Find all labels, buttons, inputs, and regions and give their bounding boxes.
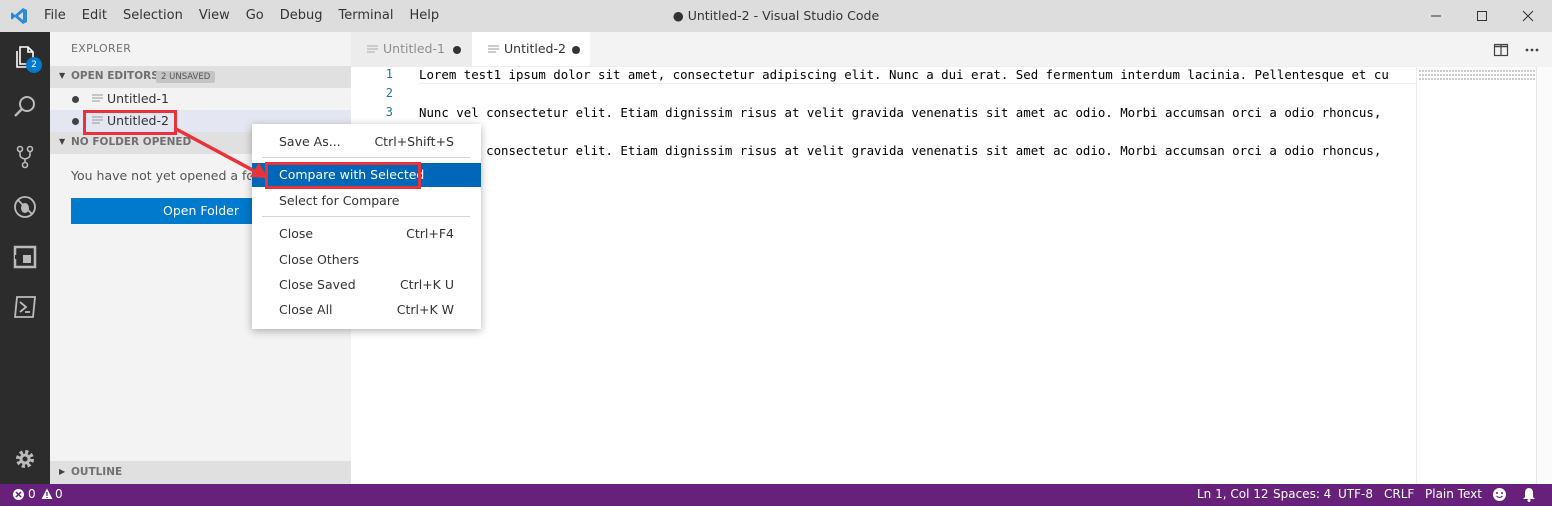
menu-close-others[interactable]: Close Others	[252, 248, 481, 272]
menu-shortcut: Ctrl+Shift+S	[374, 134, 454, 149]
menu-label: Close All	[279, 302, 333, 317]
menu-close-saved[interactable]: Close Saved Ctrl+K U	[252, 273, 481, 297]
chevron-down-icon: ▼	[59, 71, 66, 80]
menu-go[interactable]: Go	[238, 0, 272, 32]
menu-close[interactable]: Close Ctrl+F4	[252, 222, 481, 246]
tab-name: Untitled-1	[383, 41, 445, 56]
menu-label: Close	[279, 226, 314, 241]
activity-extensions[interactable]	[0, 232, 50, 282]
tab-untitled-2[interactable]: Untitled-2	[472, 32, 590, 67]
cursor-position[interactable]: Ln 1, Col 12	[1197, 487, 1269, 501]
menu-view[interactable]: View	[191, 0, 238, 32]
menu-edit[interactable]: Edit	[74, 0, 115, 32]
text-file-icon	[92, 94, 103, 102]
menu-save-as[interactable]: Save As... Ctrl+Shift+S	[252, 130, 481, 154]
open-editor-name: Untitled-1	[107, 91, 169, 106]
code-line[interactable]: Nunc vel consectetur elit. Etiam digniss…	[419, 143, 1416, 158]
menu-file[interactable]: File	[36, 0, 74, 32]
menu-shortcut: Ctrl+K U	[399, 277, 454, 292]
menu-select-for-compare[interactable]: Select for Compare	[252, 189, 481, 213]
unsaved-badge: 2 UNSAVED	[156, 71, 216, 83]
minimap-preview	[1419, 70, 1535, 80]
editor-scrollbar[interactable]	[1536, 67, 1552, 484]
status-bar: 0 0 Ln 1, Col 12 Spaces: 4 UTF-8 CRLF Pl…	[0, 484, 1552, 506]
language-mode[interactable]: Plain Text	[1425, 487, 1482, 501]
menu-shortcut: Ctrl+F4	[406, 226, 454, 241]
menu-label: Close Others	[279, 252, 360, 267]
editor-area[interactable]	[351, 67, 1552, 484]
unsaved-dot-icon[interactable]	[572, 46, 580, 54]
annotation-arrow-icon	[175, 127, 268, 178]
notifications-bell-icon[interactable]	[1522, 487, 1536, 505]
menu-label: Save As...	[279, 134, 341, 149]
minimap[interactable]	[1416, 67, 1537, 484]
menu-shortcut: Ctrl+K W	[396, 302, 454, 317]
menu-label: Select for Compare	[279, 193, 400, 208]
source-control-icon	[16, 145, 34, 169]
open-editor-untitled-1[interactable]: Untitled-1	[50, 88, 351, 110]
activity-terminal[interactable]	[0, 282, 50, 332]
menu-selection[interactable]: Selection	[115, 0, 191, 32]
menu-terminal[interactable]: Terminal	[331, 0, 402, 32]
maximize-button[interactable]	[1459, 0, 1505, 32]
indentation[interactable]: Spaces: 4	[1273, 487, 1331, 501]
split-editor-icon	[1493, 43, 1509, 57]
line-number: 1	[385, 67, 393, 81]
chevron-right-icon: ▶	[59, 467, 66, 476]
text-file-icon	[367, 45, 378, 53]
maximize-icon	[1477, 11, 1487, 21]
menu-label: Close Saved	[279, 277, 356, 292]
split-editor-button[interactable]	[1493, 42, 1509, 58]
encoding[interactable]: UTF-8	[1338, 487, 1373, 501]
warning-icon[interactable]	[41, 488, 53, 503]
warning-count[interactable]: 0	[55, 487, 63, 501]
explorer-badge: 2	[26, 57, 42, 73]
close-window-button[interactable]	[1505, 0, 1551, 32]
menu-debug[interactable]: Debug	[272, 0, 331, 32]
line-number: 3	[385, 105, 393, 119]
feedback-smiley-icon[interactable]	[1492, 487, 1507, 505]
activity-settings[interactable]	[0, 434, 50, 484]
chevron-down-icon: ▼	[59, 137, 66, 146]
menu-help[interactable]: Help	[401, 0, 447, 32]
annotation-box-compare	[265, 162, 421, 189]
menu-separator	[262, 157, 470, 158]
tab-untitled-1[interactable]: Untitled-1	[351, 32, 472, 67]
unsaved-dot-icon	[72, 96, 79, 103]
error-icon[interactable]	[12, 488, 25, 504]
activity-debug[interactable]	[0, 182, 50, 232]
unsaved-dot-icon	[72, 118, 79, 125]
open-editors-label: OPEN EDITORS	[71, 70, 159, 82]
activity-source-control[interactable]	[0, 132, 50, 182]
error-count[interactable]: 0	[28, 487, 36, 501]
tab-name: Untitled-2	[504, 41, 566, 56]
activity-search[interactable]	[0, 82, 50, 132]
text-file-icon	[488, 45, 499, 53]
extensions-icon	[13, 245, 37, 269]
debug-icon	[14, 196, 36, 218]
menu-bar: File Edit Selection View Go Debug Termin…	[36, 0, 447, 32]
menu-separator	[262, 216, 470, 217]
minimize-button[interactable]	[1413, 0, 1459, 32]
outline-header[interactable]: ▶ OUTLINE	[50, 461, 351, 484]
outline-label: OUTLINE	[71, 466, 123, 478]
line-ending[interactable]: CRLF	[1384, 487, 1414, 501]
more-actions-button[interactable]	[1524, 42, 1540, 58]
menu-close-all[interactable]: Close All Ctrl+K W	[252, 298, 481, 322]
powershell-icon	[14, 296, 36, 318]
unsaved-dot-icon[interactable]	[453, 46, 461, 54]
code-line[interactable]: Lorem test1 ipsum dolor sit amet, consec…	[419, 67, 1416, 82]
minimize-icon	[1431, 15, 1441, 17]
explorer-title: EXPLORER	[71, 42, 132, 55]
gear-icon	[16, 450, 34, 468]
activity-explorer[interactable]	[0, 32, 50, 82]
annotation-box-untitled-2	[83, 110, 177, 135]
vscode-logo-icon[interactable]	[10, 7, 28, 25]
ellipsis-icon	[1525, 48, 1539, 52]
line-number: 2	[385, 86, 393, 100]
code-line[interactable]: Nunc vel consectetur elit. Etiam digniss…	[419, 105, 1416, 120]
search-icon	[14, 96, 35, 117]
close-icon	[1522, 10, 1534, 22]
